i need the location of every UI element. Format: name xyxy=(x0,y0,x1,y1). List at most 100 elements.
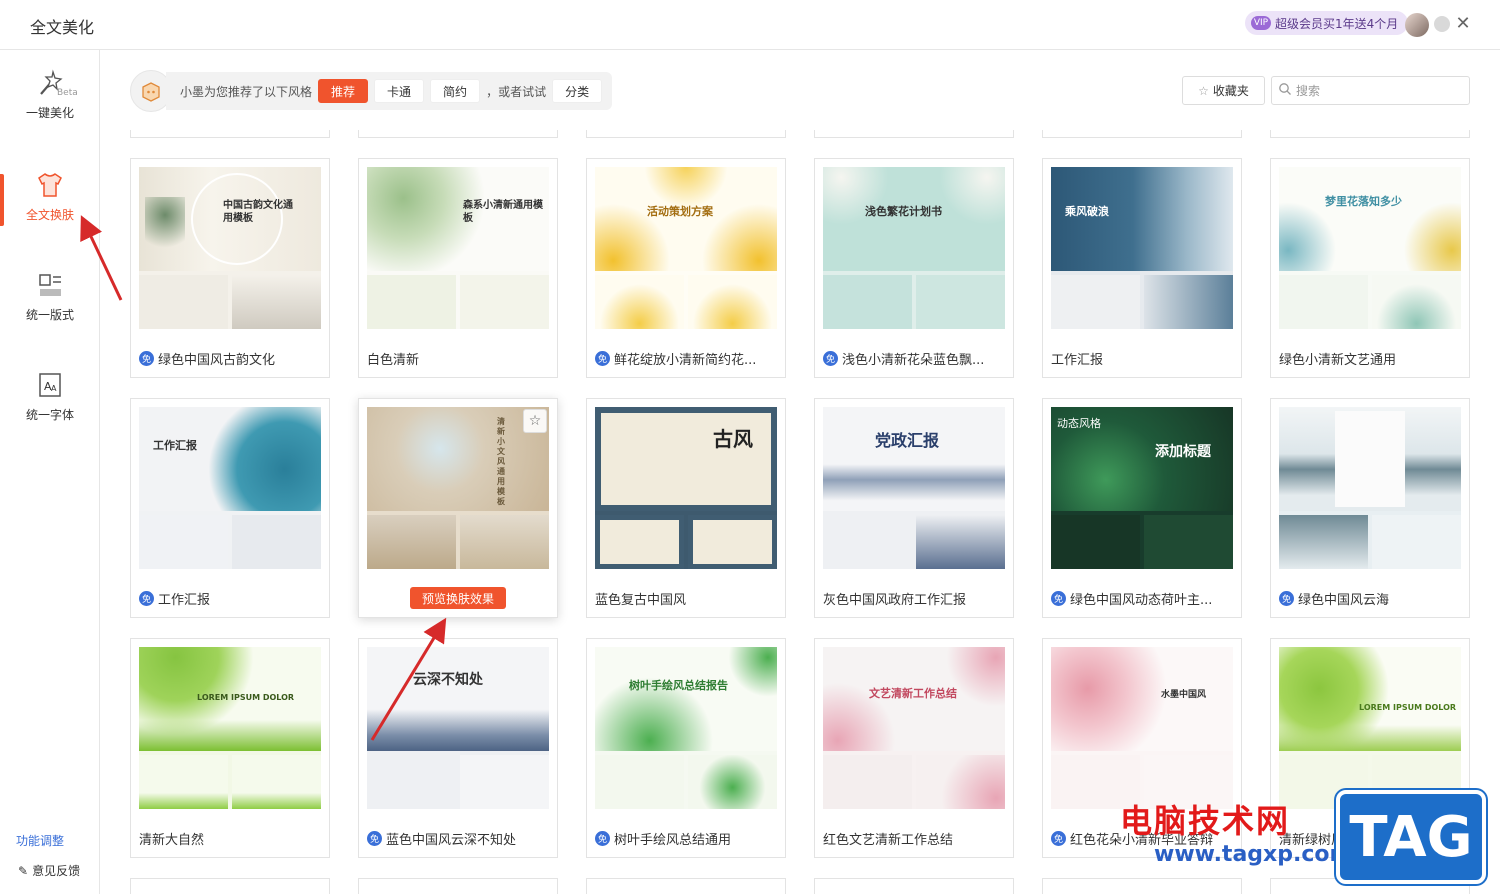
template-card[interactable]: 云深不知处 免蓝色中国风云深不知处 xyxy=(358,638,558,858)
thumbnail-title: LOREM IPSUM DOLOR xyxy=(1359,703,1457,712)
template-card-hovered[interactable]: 清新小文风通用模板 ☆ 预览换肤效果 xyxy=(358,398,558,618)
template-name-text: 工作汇报 xyxy=(1051,353,1104,368)
free-badge-icon: 免 xyxy=(139,351,154,366)
template-name-text: 蓝色复古中国风 xyxy=(595,593,687,608)
free-badge-icon: 免 xyxy=(823,351,838,366)
avatar[interactable] xyxy=(1405,13,1429,37)
free-badge-icon: 免 xyxy=(367,831,382,846)
promo-text: 超级会员买1年送4个月 xyxy=(1275,16,1399,31)
template-grid: 中国古韵文化通用模板 免绿色中国风古韵文化 森系小清新通用模板 白色清新 活动策… xyxy=(130,130,1470,894)
template-card[interactable]: 树叶手绘风总结报告 免树叶手绘风总结通用 xyxy=(586,638,786,858)
template-thumbnail: LOREM IPSUM DOLOR xyxy=(1279,647,1461,809)
template-card[interactable]: 乘风破浪 工作汇报 xyxy=(1042,158,1242,378)
feedback-link[interactable]: ✎ 意见反馈 xyxy=(18,862,80,879)
feedback-label: 意见反馈 xyxy=(32,864,81,878)
site-watermark: 电脑技术网 www.tagxp.com TAG xyxy=(1120,790,1500,894)
search-icon xyxy=(1278,81,1292,100)
template-name: 免浅色小清新花朵蓝色飘... xyxy=(823,349,1009,368)
template-name: 灰色中国风政府工作汇报 xyxy=(823,589,1009,608)
template-name: 免工作汇报 xyxy=(139,589,325,608)
template-name-text: 绿色小清新文艺通用 xyxy=(1279,353,1397,368)
feature-adjust-link[interactable]: 功能调整 xyxy=(16,832,64,849)
sidebar-item-one-click-beautify[interactable]: Beta 一键美化 xyxy=(0,68,100,148)
account-status-icon[interactable] xyxy=(1434,16,1450,32)
template-name: 工作汇报 xyxy=(1051,349,1237,368)
favorites-button[interactable]: ☆ 收藏夹 xyxy=(1182,76,1265,105)
template-thumbnail: 工作汇报 xyxy=(139,407,321,569)
template-thumbnail: 水墨中国风 xyxy=(1051,647,1233,809)
template-name-text: 清新大自然 xyxy=(139,833,205,848)
partial-card xyxy=(1042,130,1242,138)
chip-recommend[interactable]: 推荐 xyxy=(318,79,369,103)
template-thumbnail: 云深不知处 xyxy=(367,647,549,809)
partial-card xyxy=(814,878,1014,894)
sidebar-item-full-skin[interactable]: 全文换肤 xyxy=(0,170,100,250)
thumbnail-title: LOREM IPSUM DOLOR xyxy=(197,693,295,702)
template-name-text: 树叶手绘风总结通用 xyxy=(614,833,732,848)
partial-card xyxy=(130,878,330,894)
free-badge-icon: 免 xyxy=(1051,591,1066,606)
thumbnail-title: 乘风破浪 xyxy=(1065,205,1109,218)
template-card[interactable]: 动态风格 添加标题 免绿色中国风动态荷叶主... xyxy=(1042,398,1242,618)
search-box[interactable] xyxy=(1271,76,1470,105)
template-thumbnail: 古风 xyxy=(595,407,777,569)
template-thumbnail xyxy=(1279,407,1461,569)
title-bar: 全文美化 VIP 超级会员买1年送4个月 ✕ xyxy=(0,0,1500,50)
chip-category[interactable]: 分类 xyxy=(552,79,603,103)
template-card[interactable]: 森系小清新通用模板 白色清新 xyxy=(358,158,558,378)
svg-text:A: A xyxy=(51,384,57,393)
free-badge-icon: 免 xyxy=(1279,591,1294,606)
template-card[interactable]: 工作汇报 免工作汇报 xyxy=(130,398,330,618)
sidebar-item-label: 统一字体 xyxy=(25,408,74,422)
template-name-text: 鲜花绽放小清新简约花... xyxy=(614,353,757,368)
thumbnail-title: 文艺清新工作总结 xyxy=(869,687,957,700)
partial-card xyxy=(358,130,558,138)
thumbnail-title: 党政汇报 xyxy=(875,431,940,450)
font-icon: AA xyxy=(35,370,65,400)
sidebar-item-label: 全文换肤 xyxy=(25,208,74,222)
recommend-toolbar: 小墨为您推荐了以下风格 推荐 卡通 简约 ，或者试试 分类 xyxy=(130,70,613,112)
free-badge-icon: 免 xyxy=(1051,831,1066,846)
chip-simple[interactable]: 简约 xyxy=(430,79,481,103)
sidebar-item-unified-font[interactable]: AA 统一字体 xyxy=(0,370,100,450)
partial-card xyxy=(814,130,1014,138)
thumbnail-title: 中国古韵文化通用模板 xyxy=(223,200,293,224)
window-title: 全文美化 xyxy=(30,18,95,37)
template-card[interactable]: 浅色繁花计划书 免浅色小清新花朵蓝色飘... xyxy=(814,158,1014,378)
template-name: 清新大自然 xyxy=(139,829,325,848)
search-input[interactable] xyxy=(1296,83,1456,98)
feedback-icon: ✎ xyxy=(18,863,29,878)
thumbnail-title: 活动策划方案 xyxy=(647,205,713,218)
preview-skin-button[interactable]: 预览换肤效果 xyxy=(410,587,506,609)
free-badge-icon: 免 xyxy=(595,831,610,846)
thumbnail-title: 云深不知处 xyxy=(413,672,483,688)
template-thumbnail: 森系小清新通用模板 xyxy=(367,167,549,329)
favorite-star-button[interactable]: ☆ xyxy=(523,409,547,433)
thumbnail-title: 树叶手绘风总结报告 xyxy=(629,679,728,692)
template-thumbnail: 浅色繁花计划书 xyxy=(823,167,1005,329)
chip-cartoon[interactable]: 卡通 xyxy=(374,79,425,103)
template-card[interactable]: 中国古韵文化通用模板 免绿色中国风古韵文化 xyxy=(130,158,330,378)
template-card[interactable]: 免绿色中国风云海 xyxy=(1270,398,1470,618)
sidebar-item-unified-layout[interactable]: 统一版式 xyxy=(0,270,100,350)
thumbnail-title: 清新小文风通用模板 xyxy=(497,417,505,506)
template-card[interactable]: 梦里花落知多少 绿色小清新文艺通用 xyxy=(1270,158,1470,378)
template-card[interactable]: 党政汇报 灰色中国风政府工作汇报 xyxy=(814,398,1014,618)
thumbnail-title: 梦里花落知多少 xyxy=(1325,195,1402,208)
template-card[interactable]: 活动策划方案 免鲜花绽放小清新简约花... xyxy=(586,158,786,378)
template-card[interactable]: 文艺清新工作总结 红色文艺清新工作总结 xyxy=(814,638,1014,858)
vip-promo-badge[interactable]: VIP 超级会员买1年送4个月 xyxy=(1245,11,1409,35)
template-card[interactable]: LOREM IPSUM DOLOR 清新大自然 xyxy=(130,638,330,858)
close-icon[interactable]: ✕ xyxy=(1454,12,1472,36)
template-thumbnail: 梦里花落知多少 xyxy=(1279,167,1461,329)
thumbnail-title: 添加标题 xyxy=(1155,444,1211,460)
template-name-text: 蓝色中国风云深不知处 xyxy=(386,833,517,848)
free-badge-icon: 免 xyxy=(595,351,610,366)
template-name-text: 红色文艺清新工作总结 xyxy=(823,833,954,848)
vip-icon: VIP xyxy=(1251,16,1271,30)
template-name: 免绿色中国风云海 xyxy=(1279,589,1465,608)
template-name: 白色清新 xyxy=(367,349,553,368)
beta-badge: Beta xyxy=(57,88,78,98)
template-name-text: 绿色中国风古韵文化 xyxy=(158,353,276,368)
template-card[interactable]: 古风 蓝色复古中国风 xyxy=(586,398,786,618)
